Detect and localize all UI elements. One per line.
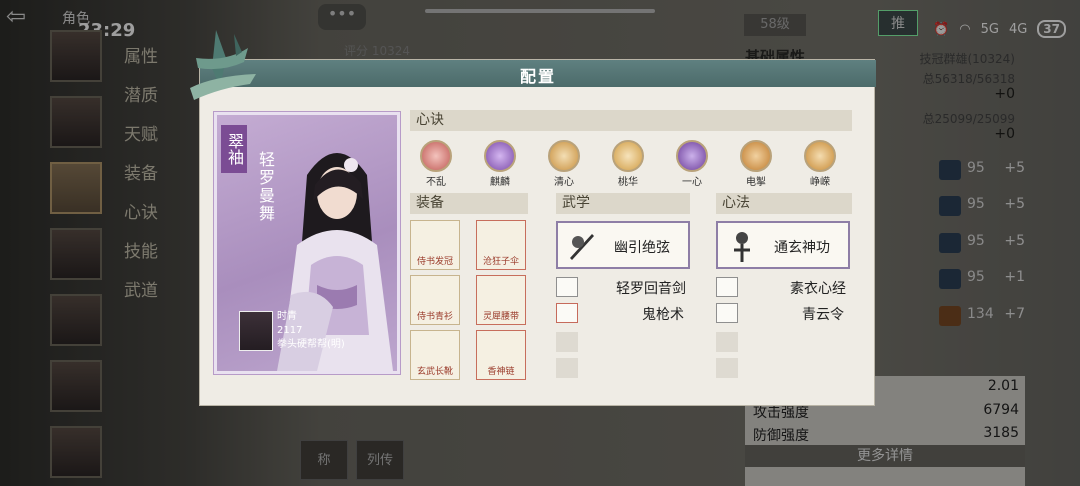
xinfa-item[interactable]: 青云令	[716, 302, 856, 324]
xinjue-icon	[484, 140, 516, 172]
xinjue-label: 桃华	[618, 177, 638, 188]
empty-skill-slot[interactable]	[716, 358, 738, 378]
equip-slot[interactable]: 沧狂子伞	[476, 220, 526, 270]
equip-label: 香神链	[487, 367, 515, 377]
xinjue-slot[interactable]: 峥嵘	[800, 140, 840, 188]
character-title: 拳头硬帮帮(明)	[277, 339, 345, 350]
xinjue-list: 不乱 麒麟 清心 桃华 一心 电掣 峥嵘	[414, 140, 836, 190]
xinjue-icon	[612, 140, 644, 172]
wuxue-main-slot[interactable]: 幽引绝弦	[556, 221, 690, 269]
xinjue-icon	[548, 140, 580, 172]
xinfa-item[interactable]: 素衣心经	[716, 276, 856, 298]
card-subtitle: 轻罗曼舞	[256, 151, 275, 223]
wuxue-item[interactable]: 轻罗回音剑	[556, 276, 696, 298]
xinjue-icon	[676, 140, 708, 172]
character-name: 时青	[277, 311, 297, 322]
skill-icon	[716, 277, 738, 297]
skill-icon	[716, 303, 738, 323]
config-dialog: 配置 翠袖 轻罗曼舞 时青 2117 拳头硬帮帮(明) 心诀 不乱 麒麟 清心 …	[190, 30, 876, 406]
xinjue-icon	[804, 140, 836, 172]
xinjue-slot[interactable]: 清心	[544, 140, 584, 188]
xinfa-item-label: 青云令	[802, 307, 844, 323]
wuxue-main-label: 幽引绝弦	[614, 240, 670, 256]
empty-skill-slot[interactable]	[556, 332, 578, 352]
xinjue-slot[interactable]: 桃华	[608, 140, 648, 188]
xinjue-slot[interactable]: 不乱	[416, 140, 456, 188]
equip-header: 装备	[410, 193, 528, 214]
xinjue-slot[interactable]: 电掣	[736, 140, 776, 188]
xinfa-main-slot[interactable]: 通玄神功	[716, 221, 850, 269]
xinfa-skill-icon	[734, 232, 750, 262]
xinjue-label: 峥嵘	[810, 177, 830, 188]
xinjue-label: 清心	[554, 177, 574, 188]
wuxue-item[interactable]: 鬼枪术	[556, 302, 696, 324]
equip-slot[interactable]: 香神链	[476, 330, 526, 380]
xinjue-icon	[740, 140, 772, 172]
equip-slot[interactable]: 灵犀腰带	[476, 275, 526, 325]
equip-slot[interactable]: 侍书发冠	[410, 220, 460, 270]
empty-skill-slot[interactable]	[556, 358, 578, 378]
equip-label: 玄武长靴	[416, 367, 453, 377]
empty-skill-slot[interactable]	[716, 332, 738, 352]
equip-label: 侍书青衫	[416, 312, 453, 322]
sword-skill-icon	[570, 234, 594, 260]
character-card[interactable]: 翠袖 轻罗曼舞 时青 2117 拳头硬帮帮(明)	[214, 112, 400, 374]
card-footer: 时青 2117 拳头硬帮帮(明)	[239, 311, 379, 351]
dialog-title: 配置	[519, 67, 556, 86]
skill-icon	[556, 277, 578, 297]
avatar	[239, 311, 273, 351]
xinjue-slot[interactable]: 一心	[672, 140, 712, 188]
equip-label: 侍书发冠	[416, 257, 453, 267]
equip-label: 灵犀腰带	[482, 312, 519, 322]
skill-icon	[556, 303, 578, 323]
equip-label: 沧狂子伞	[482, 257, 519, 267]
card-info: 时青 2117 拳头硬帮帮(明)	[277, 310, 345, 352]
xinjue-label: 电掣	[746, 177, 766, 188]
wuxue-item-label: 轻罗回音剑	[616, 281, 686, 297]
xinjue-icon	[420, 140, 452, 172]
wuxue-header: 武学	[556, 193, 690, 214]
card-name: 翠袖	[221, 125, 247, 173]
character-score: 2117	[277, 325, 303, 336]
xinjue-label: 不乱	[426, 177, 446, 188]
xinfa-main-label: 通玄神功	[774, 240, 830, 256]
equip-slot[interactable]: 侍书青衫	[410, 275, 460, 325]
xinfa-item-label: 素衣心经	[790, 281, 846, 297]
xinjue-header: 心诀	[410, 110, 852, 131]
wuxue-item-label: 鬼枪术	[642, 307, 684, 323]
equip-slot[interactable]: 玄武长靴	[410, 330, 460, 380]
xinjue-label: 一心	[682, 177, 702, 188]
xinjue-slot[interactable]: 麒麟	[480, 140, 520, 188]
xinjue-label: 麒麟	[490, 177, 510, 188]
leaf-ornament-icon	[190, 30, 256, 100]
xinfa-header: 心法	[716, 193, 852, 214]
dialog-header: 配置	[200, 60, 876, 87]
